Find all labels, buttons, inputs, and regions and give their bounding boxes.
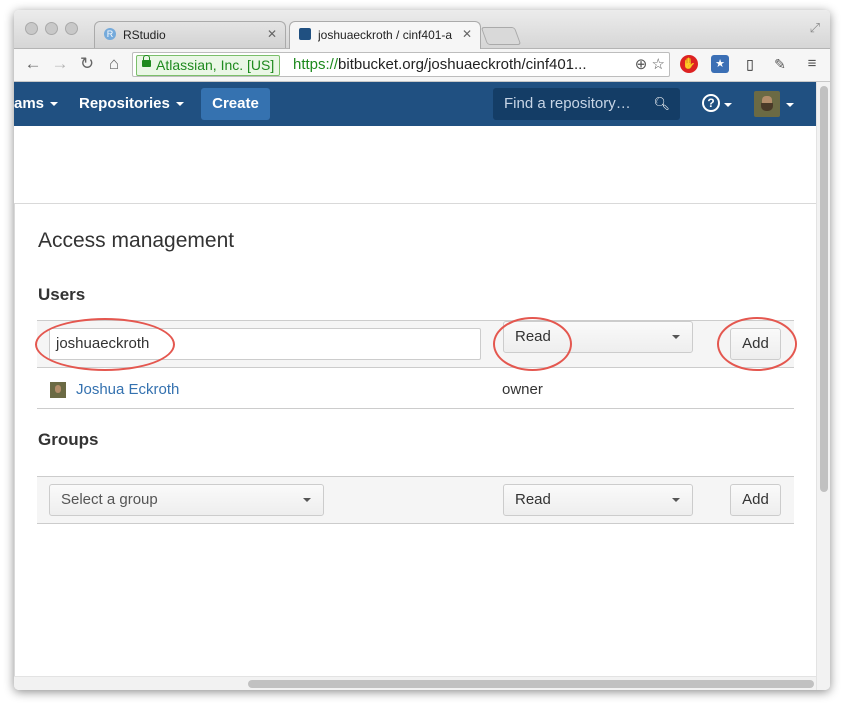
url-scheme: https:// (293, 56, 339, 73)
back-arrow-icon[interactable]: ← (23, 54, 43, 74)
help-chevron-down-icon[interactable] (724, 103, 732, 107)
tab-rstudio[interactable]: R RStudio ✕ (94, 21, 286, 48)
panel-divider (14, 203, 816, 204)
zoom-window-button[interactable] (65, 22, 78, 35)
horizontal-scroll-thumb[interactable] (248, 680, 814, 688)
add-group-form: Select a group Read Add (37, 476, 794, 524)
chevron-down-icon (50, 102, 59, 107)
users-heading: Users (38, 285, 86, 304)
fullscreen-icon[interactable]: ⤢ (810, 20, 820, 36)
close-tab-icon[interactable]: ✕ (267, 27, 277, 41)
send-to-phone-icon[interactable]: ▯ (741, 55, 759, 73)
new-tab-button[interactable] (480, 27, 522, 45)
tab-title: RStudio (123, 28, 166, 42)
bitbucket-navbar: ams Repositories Create Find a repositor… (14, 82, 816, 126)
home-icon[interactable]: ⌂ (104, 54, 124, 74)
reload-icon[interactable]: ↻ (77, 54, 97, 74)
avatar (50, 382, 66, 398)
chevron-down-icon (303, 498, 311, 502)
vertical-scrollbar[interactable] (816, 82, 830, 690)
lock-icon (142, 55, 151, 67)
close-tab-icon[interactable]: ✕ (462, 27, 472, 41)
page-content: Access management Users joshuaeckroth Re… (14, 127, 816, 690)
zoom-icon[interactable]: ⊕ (635, 56, 648, 73)
address-bar[interactable]: Atlassian, Inc. [US] https://bitbucket.o… (132, 52, 670, 77)
url-text[interactable]: https://bitbucket.org/joshuaeckroth/cinf… (293, 56, 587, 73)
chevron-down-icon (672, 335, 680, 339)
teams-menu[interactable]: ams (14, 95, 59, 112)
vertical-scroll-thumb[interactable] (820, 86, 828, 492)
browser-window: R RStudio ✕ joshuaeckroth / cinf401-a ✕ … (14, 10, 830, 690)
forward-arrow-icon[interactable]: → (50, 54, 70, 74)
star-icon[interactable]: ☆ (652, 56, 665, 73)
chevron-down-icon (175, 102, 184, 107)
title-bar: R RStudio ✕ joshuaeckroth / cinf401-a ✕ … (14, 10, 830, 49)
repository-search-input[interactable]: Find a repository… 🔍︎ (493, 88, 680, 120)
bookmark-extension-icon[interactable]: ★ (711, 55, 729, 73)
search-icon[interactable]: 🔍︎ (653, 88, 670, 120)
tab-title: joshuaeckroth / cinf401-a (318, 28, 453, 42)
panel-border (14, 203, 15, 690)
adblock-icon[interactable]: ✋ (680, 55, 698, 73)
avatar-chevron-down-icon[interactable] (786, 103, 794, 107)
rstudio-favicon-icon: R (104, 28, 116, 40)
help-icon[interactable]: ? (702, 94, 720, 112)
horizontal-scrollbar[interactable] (14, 676, 816, 690)
chevron-down-icon (672, 498, 680, 502)
permission-value: Read (515, 491, 551, 508)
teams-label: ams (14, 95, 45, 112)
pin-icon[interactable]: ✎ (771, 55, 789, 73)
bitbucket-favicon-icon (299, 28, 311, 40)
user-avatar[interactable] (754, 91, 780, 117)
user-name-link[interactable]: Joshua Eckroth (76, 381, 179, 398)
browser-toolbar: ← → ↻ ⌂ Atlassian, Inc. [US] https://bit… (14, 49, 830, 82)
omnibox-icons: ⊕ ☆ (635, 55, 665, 73)
user-role: owner (502, 381, 543, 398)
group-select-placeholder: Select a group (61, 491, 158, 508)
repositories-menu[interactable]: Repositories (79, 95, 184, 112)
user-list-item: Joshua Eckroth owner (37, 372, 794, 409)
add-group-button[interactable]: Add (730, 484, 781, 516)
close-window-button[interactable] (25, 22, 38, 35)
annotation-ellipse-add-button (717, 317, 797, 371)
annotation-ellipse-user-input (35, 318, 175, 371)
groups-heading: Groups (38, 430, 99, 449)
minimize-window-button[interactable] (45, 22, 58, 35)
search-placeholder: Find a repository… (504, 95, 631, 112)
annotation-ellipse-permission (493, 317, 572, 371)
page-title: Access management (38, 229, 235, 252)
menu-icon[interactable]: ≡ (803, 55, 821, 73)
repositories-label: Repositories (79, 95, 170, 112)
tab-bitbucket[interactable]: joshuaeckroth / cinf401-a ✕ (289, 21, 481, 49)
ev-certificate-badge[interactable]: Atlassian, Inc. [US] (136, 55, 281, 76)
url-path: bitbucket.org/joshuaeckroth/cinf401... (338, 56, 587, 73)
group-select[interactable]: Select a group (49, 484, 324, 516)
group-permission-select[interactable]: Read (503, 484, 693, 516)
ev-label: Atlassian, Inc. [US] (156, 57, 275, 73)
create-button[interactable]: Create (201, 88, 270, 120)
